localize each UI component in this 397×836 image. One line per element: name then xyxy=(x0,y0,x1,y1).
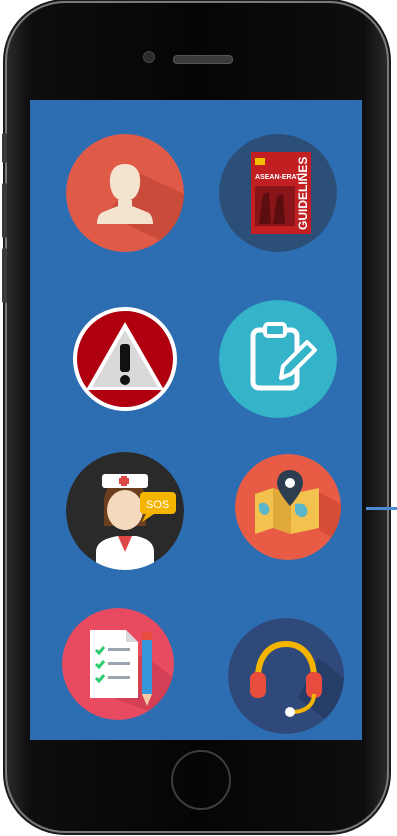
earpiece-speaker xyxy=(173,55,233,64)
map-location-icon xyxy=(235,454,341,560)
volume-down-button xyxy=(2,248,7,303)
checklist-app[interactable] xyxy=(62,608,174,720)
checklist-icon xyxy=(62,608,174,720)
user-profile-app[interactable] xyxy=(66,134,184,252)
mute-switch xyxy=(2,133,7,163)
home-button[interactable] xyxy=(171,750,231,810)
warning-icon xyxy=(66,300,184,418)
book-subtitle: ASEAN-ERAT xyxy=(255,174,301,181)
warning-app[interactable] xyxy=(66,300,184,418)
headset-support-icon xyxy=(228,618,344,734)
guidelines-app[interactable]: ASEAN-ERAT GUIDELINES xyxy=(219,134,337,252)
report-form-app[interactable] xyxy=(219,300,337,418)
front-camera xyxy=(143,51,155,63)
connector-line xyxy=(366,507,397,510)
volume-up-button xyxy=(2,183,7,238)
nurse-sos-icon: SOS xyxy=(66,452,184,570)
clipboard-edit-icon xyxy=(219,300,337,418)
book-title: GUIDELINES xyxy=(296,157,310,230)
sos-bubble-text: SOS xyxy=(146,499,169,511)
phone-screen: ASEAN-ERAT GUIDELINES SOS xyxy=(30,100,362,740)
user-profile-icon xyxy=(66,134,184,252)
support-app[interactable] xyxy=(228,618,344,734)
map-app[interactable] xyxy=(235,454,341,560)
guidelines-book-icon: ASEAN-ERAT GUIDELINES xyxy=(219,134,337,252)
nurse-sos-app[interactable]: SOS xyxy=(66,452,184,570)
